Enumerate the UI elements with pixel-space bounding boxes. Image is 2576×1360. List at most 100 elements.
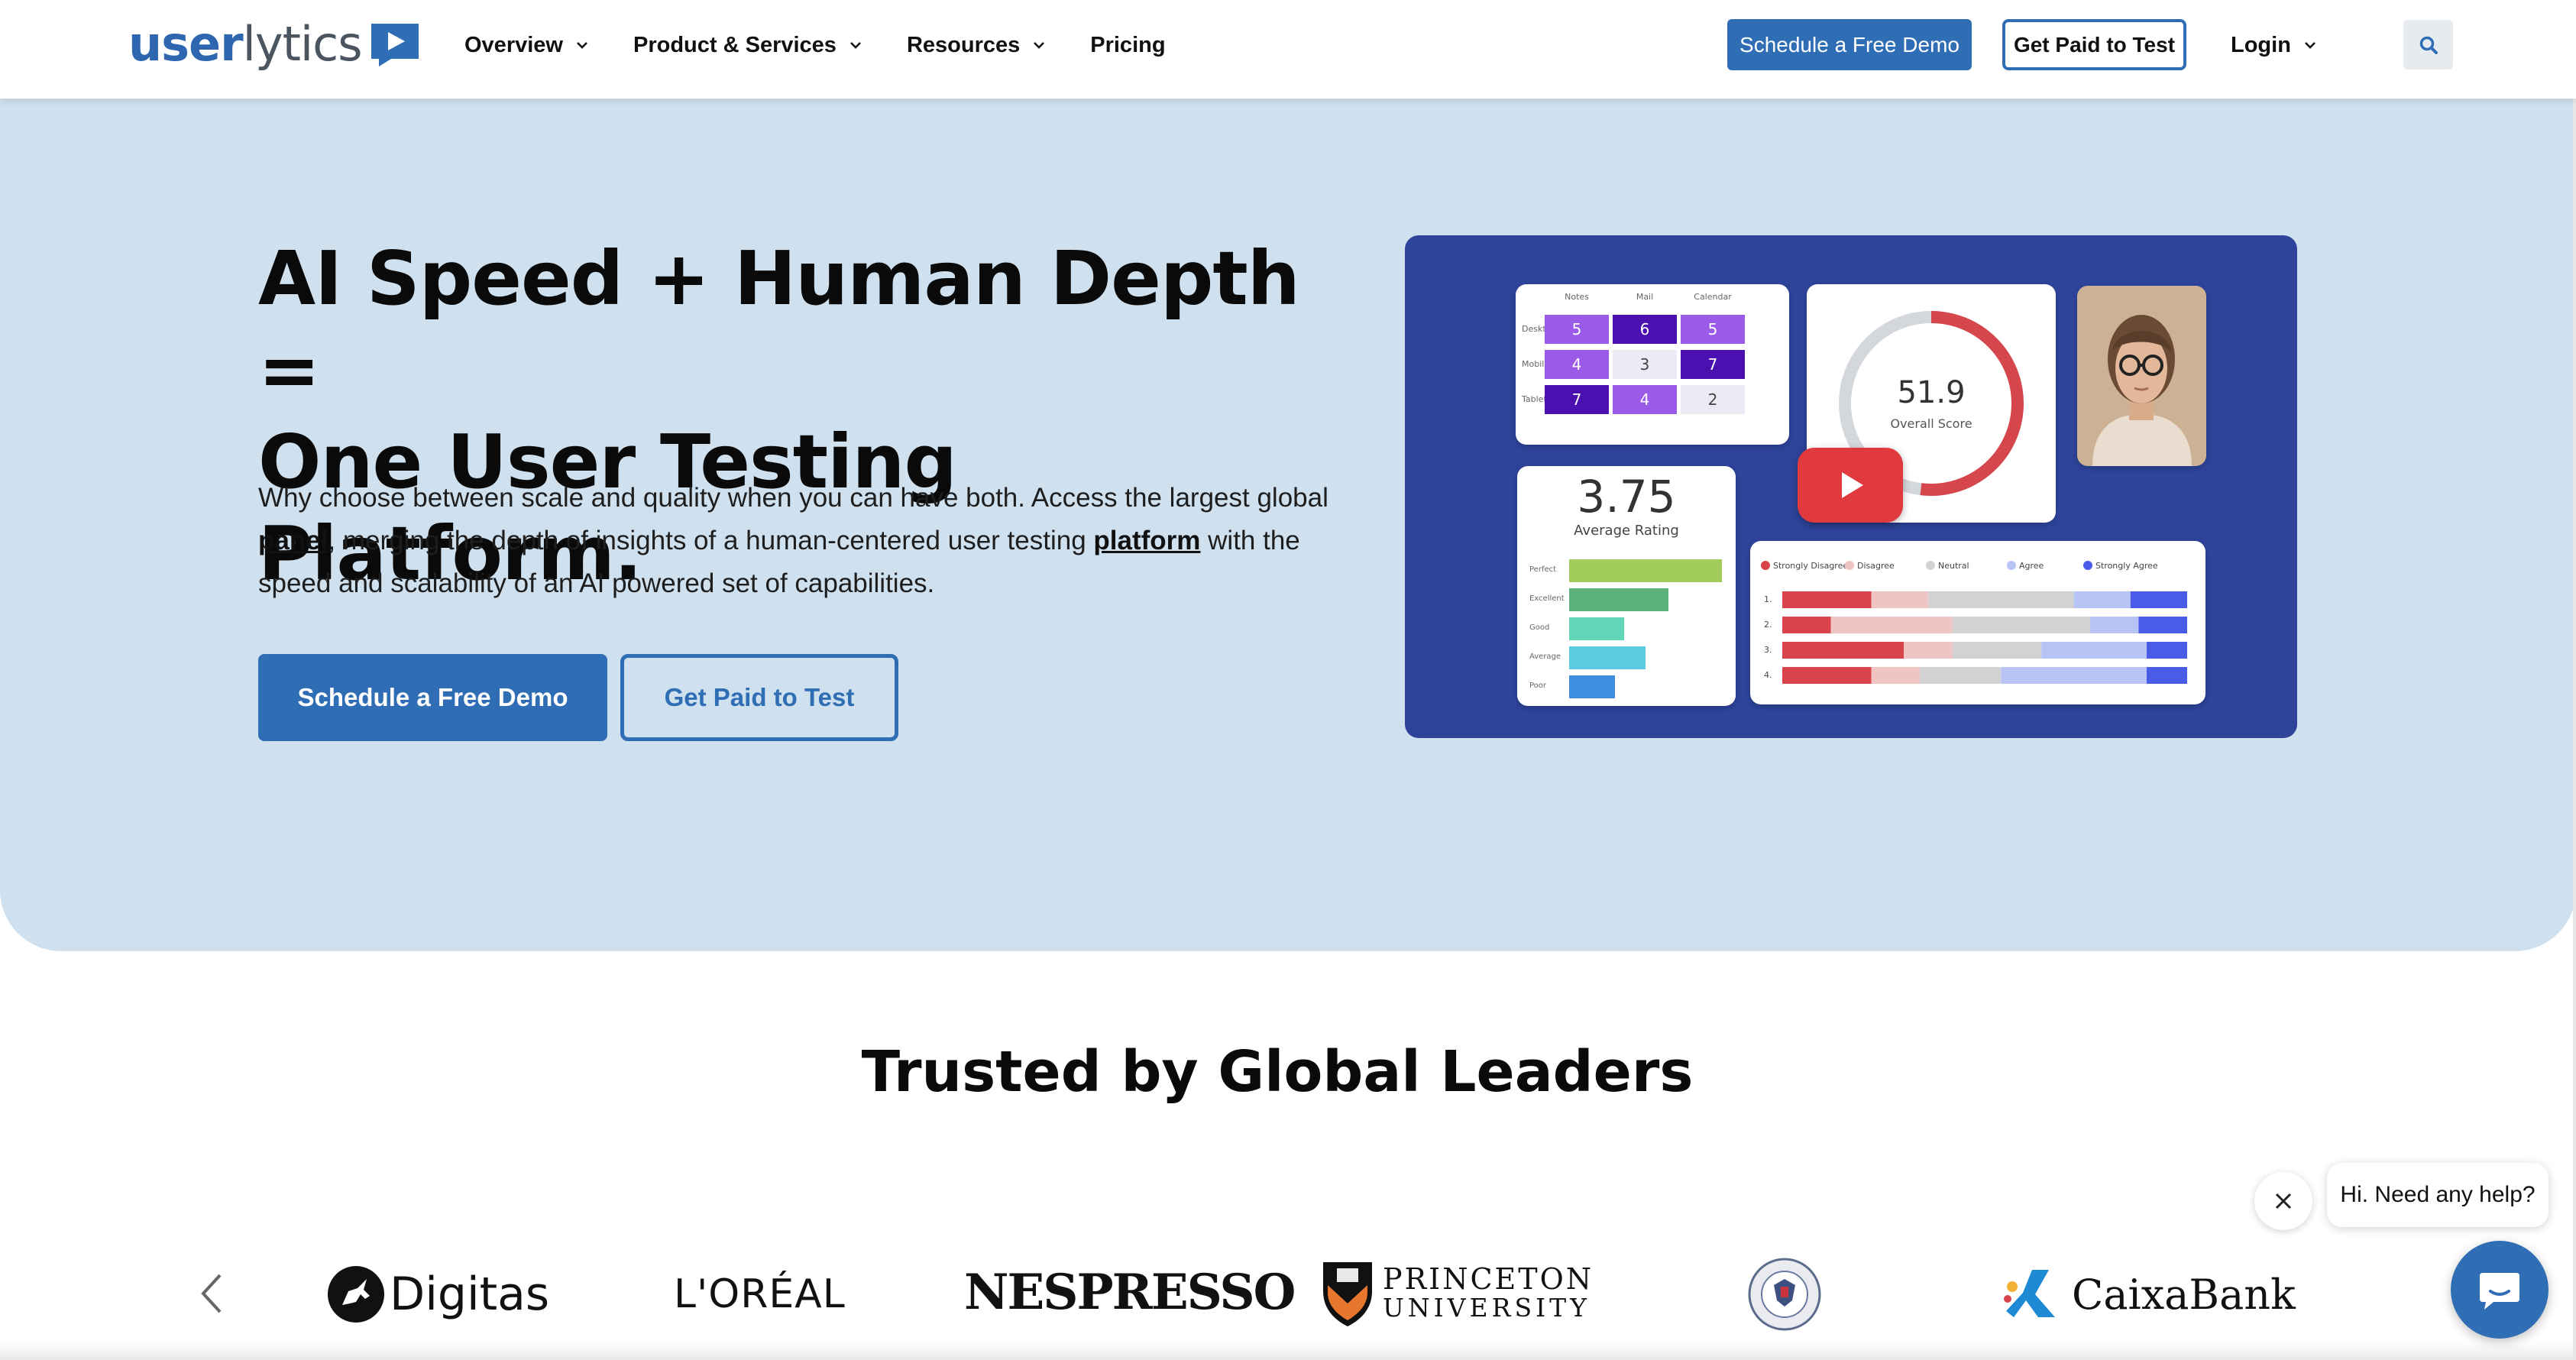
rating-bar [1569,675,1615,698]
rating-row-label: Perfect [1529,565,1556,574]
hero-title-line1: AI Speed + Human Depth = [258,235,1300,413]
likert-segment [1782,617,1831,633]
likert-legend-label: Neutral [1938,561,1969,571]
rating-label: Average Rating [1574,523,1679,539]
logo-digitas: Digitas [327,1265,549,1323]
grid-cell-value: 4 [1572,355,1582,374]
logo-digitas-text: Digitas [390,1268,550,1321]
rating-bar [1569,559,1722,582]
chat-greeting-bubble[interactable]: Hi. Need any help? [2327,1163,2548,1227]
userlytics-logo[interactable]: userlytics [128,15,422,72]
likert-legend-label: Disagree [1857,561,1895,571]
hero-video[interactable]: Notes Mail Calendar Desktop 5 6 5 Mobile 4 3 7 Tabl… [1405,235,2297,738]
rating-bar [1569,646,1646,669]
logo-text-lytics: lytics [242,15,363,72]
grid-cell-value: 7 [1708,355,1718,374]
likert-segment [2089,617,2139,633]
likert-segment [1782,667,1872,684]
nav-resources-label: Resources [906,32,1021,57]
play-video-button[interactable] [1798,448,1903,523]
likert-row-label: 2. [1764,620,1772,630]
site-header: userlytics Overview Product & Services R… [0,0,2576,99]
likert-segment [2073,591,2131,608]
grid-cell-value: 6 [1640,320,1650,338]
likert-segment [1782,642,1904,659]
princeton-wordmark: PRINCETON UNIVERSITY [1383,1264,1594,1323]
likert-segment [1952,617,2090,633]
logo-dhs-seal [1748,1258,1821,1331]
likert-segment [2138,617,2187,633]
likert-segment [1904,642,1953,659]
login-label: Login [2231,32,2291,57]
hero-get-paid-button[interactable]: Get Paid to Test [620,654,898,741]
platform-link[interactable]: platform [1093,526,1200,555]
logo-loreal-text: L'ORÉAL [674,1271,846,1317]
likert-legend-dot [1845,561,1854,570]
likert-segment [1920,667,2002,684]
digitas-unicorn-icon [328,1266,384,1323]
logo-princeton: PRINCETON UNIVERSITY [1322,1259,1594,1328]
average-rating-panel: 3.75 Average Rating Perfect Excellent Good… [1517,466,1736,706]
logo-loreal: L'ORÉAL [674,1271,846,1317]
nav-product-services[interactable]: Product & Services [633,33,864,58]
hero-desc-text-1: Why choose between scale and quality whe… [258,483,1328,513]
grid-column-header: Notes [1565,292,1589,302]
logo-text-user: user [128,15,244,72]
likert-legend-label: Agree [2019,561,2044,571]
close-icon [2275,1193,2292,1209]
rating-row-label: Poor [1529,682,1547,690]
rating-value: 3.75 [1577,471,1675,523]
chevron-down-icon [577,42,587,49]
score-label: Overall Score [1890,416,1972,431]
chevron-down-icon [1034,42,1045,49]
nav-product-services-label: Product & Services [633,32,837,57]
rating-row-label: Average [1529,652,1561,661]
grid-cell-value: 5 [1708,320,1718,338]
login-menu[interactable]: Login [2231,26,2319,64]
nav-overview[interactable]: Overview [464,33,591,58]
usability-grid: Notes Mail CalendarDesktop 5 6 5Mobile 4 3 7Tabl… [1521,292,1745,414]
likert-segment [1952,642,2042,659]
search-button[interactable] [2403,20,2453,70]
hero-schedule-demo-button[interactable]: Schedule a Free Demo [258,654,607,741]
princeton-shield-icon [1323,1262,1372,1326]
nav-pricing-label: Pricing [1090,32,1166,57]
chat-close-button[interactable] [2254,1172,2312,1230]
logo-princeton-text: PRINCETON [1383,1262,1594,1296]
nav-resources[interactable]: Resources [907,33,1047,58]
participant-video-thumbnail [2077,286,2206,466]
chevron-down-icon [850,42,861,49]
play-icon [1842,472,1863,498]
header-get-paid-button[interactable]: Get Paid to Test [2002,19,2186,70]
hero-description: Why choose between scale and quality whe… [258,477,1343,605]
hero-section: AI Speed + Human Depth = One User Testin… [0,99,2576,951]
likert-segment [1927,591,2074,608]
header-schedule-demo-button[interactable]: Schedule a Free Demo [1727,19,1972,70]
likert-row-label: 3. [1764,645,1772,655]
chat-launcher-button[interactable] [2451,1241,2548,1339]
likert-legend-dot [2007,561,2016,570]
likert-segment [2147,642,2187,659]
panel-link[interactable]: panel [258,526,328,555]
dhs-seal-icon [1748,1258,1821,1331]
likert-row-label: 4. [1764,670,1772,680]
page-scrollbar[interactable] [2573,0,2576,1360]
nav-pricing[interactable]: Pricing [1090,33,1165,58]
grid-cell-value: 7 [1572,390,1582,409]
hero-desc-text-2: , merging the depth of insights of a hum… [328,526,1086,555]
nav-overview-label: Overview [464,32,563,57]
likert-segment [1830,617,1953,633]
likert-segment [1871,667,1921,684]
carousel-prev-arrow-icon[interactable] [196,1271,226,1316]
chat-icon [2480,1273,2519,1310]
logo-play-icon [371,24,419,66]
likert-legend-dot [1761,561,1770,570]
likert-legend-label: Strongly Agree [2095,561,2158,571]
chevron-down-icon [2305,42,2315,49]
likert-segment [2147,667,2187,684]
grid-cell-value: 2 [1708,390,1718,409]
logo-caixabank-text: CaixaBank [2072,1270,2296,1319]
logo-caixabank: CaixaBank [2002,1264,2296,1325]
logo-wordmark: userlytics [128,15,363,72]
rating-row-label: Excellent [1529,594,1565,603]
